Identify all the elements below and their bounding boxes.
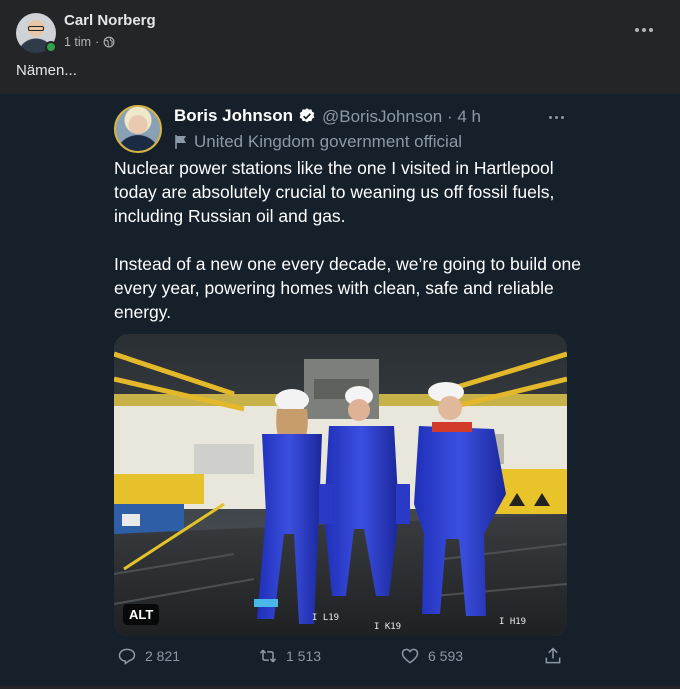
- tweet-author-name[interactable]: Boris Johnson: [174, 106, 293, 126]
- glasses-detail: [28, 26, 44, 31]
- retweet-count: 1 513: [286, 648, 322, 664]
- government-label: United Kingdom government official: [174, 132, 462, 152]
- svg-text:I L19: I L19: [312, 613, 339, 623]
- like-count: 6 593: [428, 648, 464, 664]
- share-button[interactable]: [543, 646, 563, 666]
- flag-icon: [175, 135, 186, 149]
- retweet-icon: [259, 649, 277, 663]
- retweet-button[interactable]: 1 513: [258, 646, 321, 666]
- alt-text-badge[interactable]: ALT: [123, 604, 160, 625]
- meta-separator: ·: [95, 35, 100, 49]
- post-text: Nämen...: [16, 62, 77, 79]
- svg-text:I K19: I K19: [374, 622, 401, 632]
- share-icon: [545, 647, 561, 664]
- tweet-text: Nuclear power stations like the one I vi…: [114, 156, 584, 348]
- reply-icon: [118, 648, 136, 665]
- reactor-hall-photo: I L19 I K19 I H19: [114, 334, 567, 636]
- embedded-tweet[interactable]: Boris Johnson @BorisJohnson · 4 h United…: [0, 94, 680, 686]
- tweet-paragraph-2: Instead of a new one every decade, we’re…: [114, 254, 581, 322]
- online-status-dot: [45, 41, 57, 53]
- tweet-paragraph-1: Nuclear power stations like the one I vi…: [114, 158, 555, 226]
- tweet-author-avatar[interactable]: [114, 105, 162, 153]
- reply-button[interactable]: 2 821: [117, 646, 180, 666]
- tweet-photo[interactable]: I L19 I K19 I H19: [114, 334, 567, 636]
- post-meta: 1 tim ·: [64, 35, 115, 49]
- verified-badge-icon: [299, 108, 315, 123]
- heart-icon: [401, 648, 419, 664]
- tweet-action-bar: 2 821 1 513 6 593: [0, 646, 680, 674]
- author-name[interactable]: Carl Norberg: [64, 12, 156, 29]
- post-time[interactable]: 1 tim: [64, 35, 91, 49]
- like-button[interactable]: 6 593: [400, 646, 463, 666]
- tweet-handle-time[interactable]: @BorisJohnson · 4 h: [322, 107, 481, 127]
- government-label-text: United Kingdom government official: [194, 132, 463, 151]
- svg-text:I H19: I H19: [499, 617, 526, 627]
- facebook-post-header: Carl Norberg 1 tim · Nämen...: [0, 0, 680, 94]
- globe-icon[interactable]: [103, 36, 115, 48]
- post-more-options-button[interactable]: [630, 20, 658, 40]
- tweet-more-options-button[interactable]: [544, 112, 568, 122]
- reply-count: 2 821: [145, 648, 181, 664]
